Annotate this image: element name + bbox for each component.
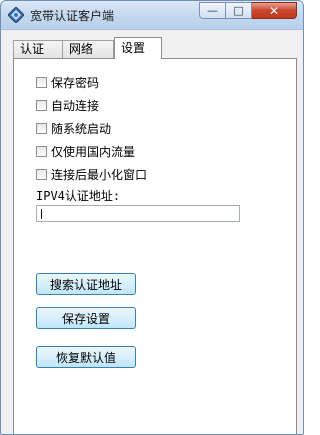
save-settings-button[interactable]: 保存设置 (36, 307, 136, 329)
minimize-button[interactable]: — (199, 2, 226, 19)
option-minimize-after-connect[interactable]: 连接后最小化窗口 (36, 166, 147, 182)
option-label: 连接后最小化窗口 (51, 167, 148, 182)
option-label: 仅使用国内流量 (51, 144, 136, 159)
app-window: 宽带认证客户端 — □ ✕ 认证 网络 设置 保存密码 自动连接 随系统启动 仅… (0, 0, 304, 435)
save-password-checkbox[interactable] (36, 76, 47, 88)
app-diamond-icon (7, 6, 25, 24)
close-button[interactable]: ✕ (252, 2, 297, 19)
settings-panel: 保存密码 自动连接 随系统启动 仅使用国内流量 连接后最小化窗口 IPV4认证地… (13, 58, 297, 434)
option-domestic-only[interactable]: 仅使用国内流量 (36, 143, 135, 159)
option-label: 随系统启动 (51, 121, 112, 136)
minimize-after-connect-checkbox[interactable] (36, 168, 47, 180)
start-with-system-checkbox[interactable] (36, 122, 47, 134)
minimize-icon: — (207, 4, 218, 17)
close-icon: ✕ (268, 3, 280, 18)
domestic-only-checkbox[interactable] (36, 145, 47, 157)
tab-network[interactable]: 网络 (62, 40, 114, 58)
tab-strip: 认证 网络 设置 (13, 37, 297, 59)
ipv4-address-label: IPV4认证地址: (36, 189, 121, 203)
tab-settings[interactable]: 设置 (114, 37, 162, 59)
auto-connect-checkbox[interactable] (36, 99, 47, 111)
window-title: 宽带认证客户端 (30, 9, 115, 23)
text-caret (41, 209, 42, 219)
option-save-password[interactable]: 保存密码 (36, 74, 99, 90)
maximize-icon: □ (233, 4, 244, 17)
option-label: 自动连接 (51, 98, 100, 113)
tab-auth[interactable]: 认证 (13, 40, 63, 58)
title-bar[interactable]: 宽带认证客户端 — □ ✕ (1, 1, 303, 30)
restore-defaults-button[interactable]: 恢复默认值 (36, 346, 136, 368)
option-label: 保存密码 (51, 75, 100, 90)
option-start-with-system[interactable]: 随系统启动 (36, 120, 111, 136)
maximize-button[interactable]: □ (226, 2, 252, 19)
option-auto-connect[interactable]: 自动连接 (36, 97, 99, 113)
ipv4-address-input[interactable] (36, 205, 240, 222)
search-auth-address-button[interactable]: 搜索认证地址 (36, 273, 136, 295)
